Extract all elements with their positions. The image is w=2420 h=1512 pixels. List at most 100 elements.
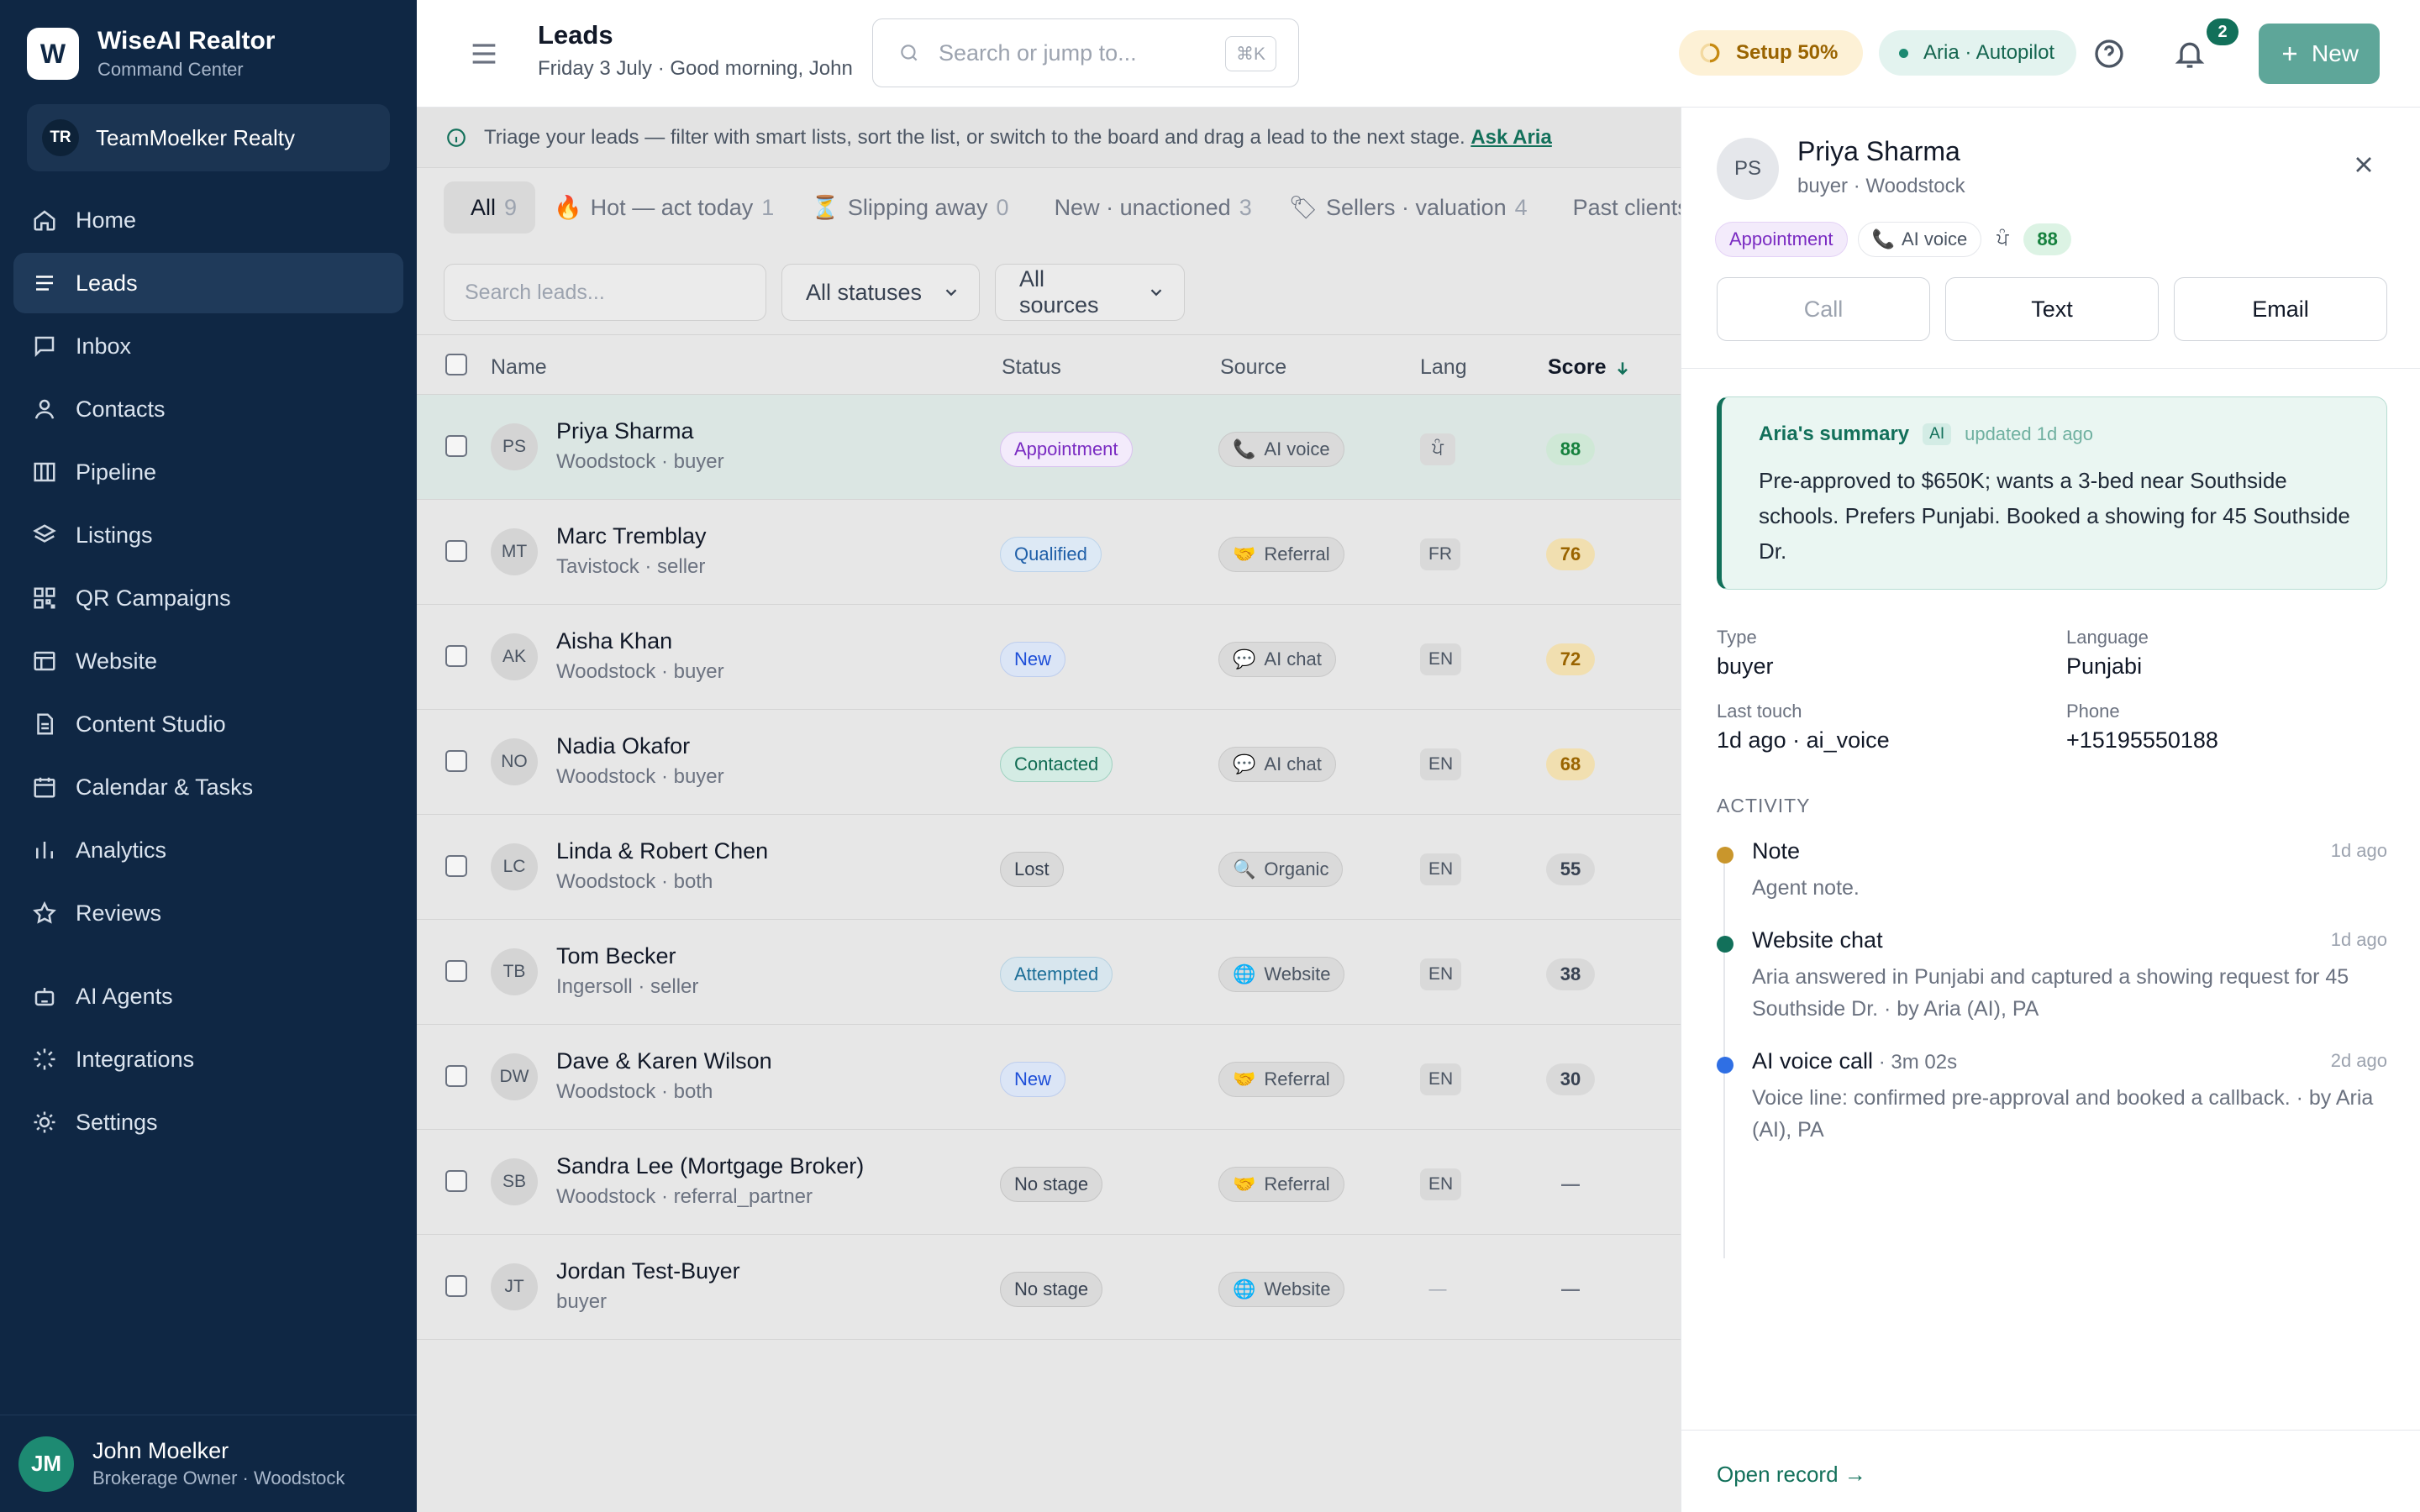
tab-new-unactioned[interactable]: New · unactioned 3 xyxy=(1028,181,1270,234)
lead-name[interactable]: Sandra Lee (Mortgage Broker) xyxy=(556,1153,864,1179)
bell-icon[interactable] xyxy=(2173,37,2207,71)
source-badge: 💬 AI chat xyxy=(1218,747,1336,782)
brand[interactable]: W WiseAI Realtor Command Center xyxy=(27,27,275,81)
row-checkbox[interactable] xyxy=(445,540,467,562)
text-button[interactable]: Text xyxy=(1945,277,2159,341)
tab-all[interactable]: All 9 xyxy=(444,181,536,234)
smart-list-tabs: All 9 🔥 Hot — act today 1 ⏳ Slipping away 0 N… xyxy=(444,181,1728,234)
row-checkbox[interactable] xyxy=(445,855,467,877)
column-header-lang[interactable]: Lang xyxy=(1420,355,1467,380)
source-label: Website xyxy=(1264,963,1331,984)
sidebar-item-reviews[interactable]: Reviews xyxy=(13,883,403,943)
ask-aria-link[interactable]: Ask Aria xyxy=(1470,126,1552,149)
lead-name[interactable]: Marc Tremblay xyxy=(556,523,707,549)
open-record-link[interactable]: Open record → xyxy=(1717,1462,1866,1488)
source-badge: 🔍 Organic xyxy=(1218,852,1344,887)
sidebar-item-qr-campaigns[interactable]: QR Campaigns xyxy=(13,568,403,628)
table-row[interactable]: LC Linda & Robert Chen Woodstock · both Los… xyxy=(417,815,1681,920)
tab-slipping-away[interactable]: ⏳ Slipping away 0 xyxy=(792,181,1027,234)
sidebar-item-home[interactable]: Home xyxy=(13,190,403,250)
avatar: PS xyxy=(491,423,538,470)
table-row[interactable]: DW Dave & Karen Wilson Woodstock · both New… xyxy=(417,1025,1681,1130)
lead-name[interactable]: Linda & Robert Chen xyxy=(556,838,768,864)
table-row[interactable]: TB Tom Becker Ingersoll · seller Attempted 🌐… xyxy=(417,920,1681,1025)
ai-badge: AI xyxy=(1923,423,1952,445)
aria-autopilot-badge[interactable]: Aria · Autopilot xyxy=(1879,30,2077,76)
summary-title: Aria's summary xyxy=(1759,423,1910,445)
sidebar-item-settings[interactable]: Settings xyxy=(13,1092,403,1152)
sidebar-item-listings[interactable]: Listings xyxy=(13,505,403,565)
help-icon[interactable] xyxy=(2092,37,2126,71)
phone-value[interactable]: +15195550188 xyxy=(2066,727,2218,753)
activity-title-text: AI voice call · 3m 02s xyxy=(1752,1048,1957,1074)
source-label: Referral xyxy=(1264,1068,1330,1089)
sidebar-item-content-studio[interactable]: Content Studio xyxy=(13,694,403,754)
user-profile[interactable]: JM John Moelker Brokerage Owner · Woodst… xyxy=(0,1415,417,1512)
row-checkbox[interactable] xyxy=(445,645,467,667)
chevron-down-icon xyxy=(1150,289,1162,297)
sidebar-item-contacts[interactable]: Contacts xyxy=(13,379,403,439)
lead-name[interactable]: Priya Sharma xyxy=(556,418,694,444)
window-icon xyxy=(34,651,55,671)
email-button[interactable]: Email xyxy=(2174,277,2387,341)
sidebar-item-leads[interactable]: Leads xyxy=(13,253,403,313)
table-row[interactable]: JT Jordan Test-Buyer buyer No stage 🌐 Website… xyxy=(417,1235,1681,1340)
row-checkbox[interactable] xyxy=(445,1065,467,1087)
table-row[interactable]: MT Marc Tremblay Tavistock · seller Qualifi… xyxy=(417,500,1681,605)
source-icon: 🌐 xyxy=(1233,1278,1256,1299)
hamburger-menu-icon[interactable] xyxy=(467,37,501,71)
source-badge: 🤝 Referral xyxy=(1218,537,1344,572)
column-header-score[interactable]: Score xyxy=(1548,355,1631,380)
column-header-status[interactable]: Status xyxy=(1002,355,1061,380)
avatar: SB xyxy=(491,1158,538,1205)
lead-name[interactable]: Dave & Karen Wilson xyxy=(556,1048,772,1074)
lead-name[interactable]: Jordan Test-Buyer xyxy=(556,1258,740,1284)
column-header-name[interactable]: Name xyxy=(491,355,547,380)
sidebar-item-label: Calendar & Tasks xyxy=(76,774,254,800)
tab-sellers-valuation[interactable]: 🏷 Sellers · valuation 4 xyxy=(1270,181,1546,234)
table-row[interactable]: AK Aisha Khan Woodstock · buyer New 💬 AI chat… xyxy=(417,605,1681,710)
shortcut-hint: ⌘K xyxy=(1224,36,1276,71)
tab-label: Past clients xyxy=(1572,194,1689,220)
lead-location-type: Woodstock · both xyxy=(556,870,713,893)
table-row[interactable]: PS Priya Sharma Woodstock · buyer Appointme… xyxy=(417,395,1681,500)
row-checkbox[interactable] xyxy=(445,435,467,457)
row-checkbox[interactable] xyxy=(445,960,467,982)
new-button[interactable]: New xyxy=(2259,24,2380,84)
source-label: AI voice xyxy=(1901,228,1968,249)
sidebar-item-inbox[interactable]: Inbox xyxy=(13,316,403,376)
page-subtitle: Friday 3 July · Good morning, John xyxy=(538,57,853,80)
sidebar-item-calendar[interactable]: Calendar & Tasks xyxy=(13,757,403,817)
tab-hot[interactable]: 🔥 Hot — act today 1 xyxy=(535,181,792,234)
sidebar-item-label: Listings xyxy=(76,522,153,548)
row-checkbox[interactable] xyxy=(445,1170,467,1192)
sidebar-item-label: Analytics xyxy=(76,837,167,863)
status-badge: Lost xyxy=(1000,852,1064,887)
setup-progress-badge[interactable]: Setup 50% xyxy=(1679,30,1864,76)
lead-name[interactable]: Nadia Okafor xyxy=(556,733,690,759)
sidebar-item-ai-agents[interactable]: AI Agents xyxy=(13,966,403,1026)
status-filter-select[interactable]: All statuses xyxy=(781,264,980,321)
sidebar-item-website[interactable]: Website xyxy=(13,631,403,691)
column-header-source[interactable]: Source xyxy=(1220,355,1286,380)
row-checkbox[interactable] xyxy=(445,750,467,772)
global-search-input[interactable]: Search or jump to... ⌘K xyxy=(872,18,1299,87)
team-switcher[interactable]: TR TeamMoelker Realty xyxy=(27,104,390,171)
lead-name[interactable]: Aisha Khan xyxy=(556,628,672,654)
sidebar-item-pipeline[interactable]: Pipeline xyxy=(13,442,403,502)
table-row[interactable]: SB Sandra Lee (Mortgage Broker) Woodstock … xyxy=(417,1130,1681,1235)
sidebar-item-integrations[interactable]: Integrations xyxy=(13,1029,403,1089)
close-icon[interactable] xyxy=(2350,151,2377,178)
activity-body: Aria answered in Punjabi and captured a … xyxy=(1752,965,2349,1021)
select-all-checkbox[interactable] xyxy=(445,354,467,375)
source-filter-select[interactable]: All sources xyxy=(995,264,1185,321)
row-checkbox[interactable] xyxy=(445,1275,467,1297)
table-row[interactable]: NO Nadia Okafor Woodstock · buyer Contacted… xyxy=(417,710,1681,815)
score-badge: 38 xyxy=(1546,958,1595,990)
call-button[interactable]: Call xyxy=(1717,277,1930,341)
sidebar-item-analytics[interactable]: Analytics xyxy=(13,820,403,880)
summary-text: Pre-approved to $650K; wants a 3-bed nea… xyxy=(1759,468,2350,564)
lead-name[interactable]: Tom Becker xyxy=(556,943,676,969)
activity-duration: · 3m 02s xyxy=(1873,1051,1958,1074)
lead-search-input[interactable]: Search leads... xyxy=(444,264,766,321)
